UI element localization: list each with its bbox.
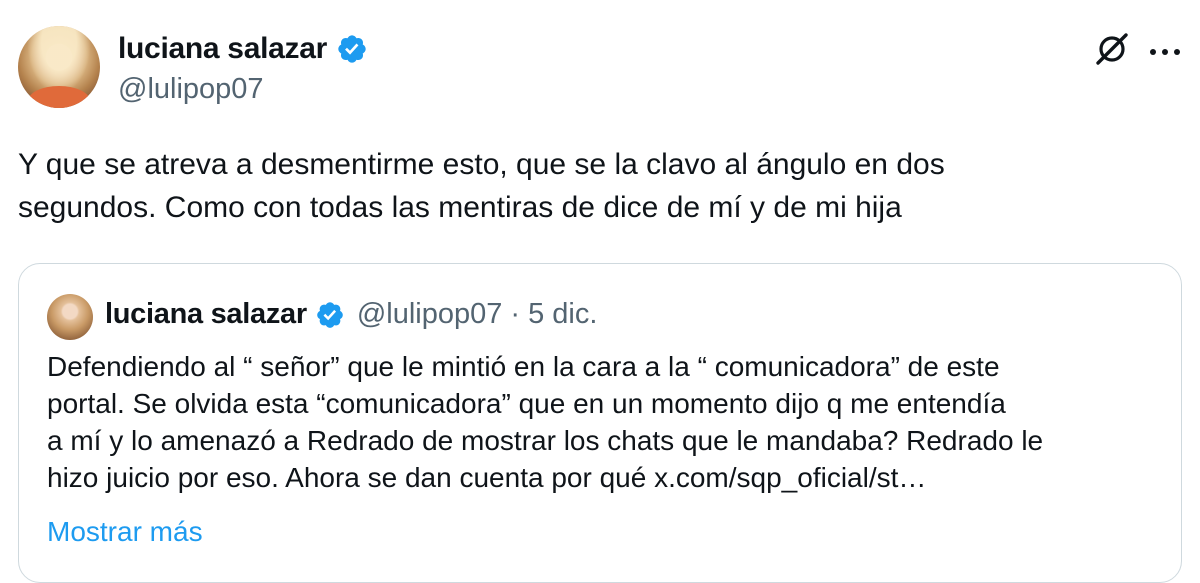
quoted-tweet-card[interactable]: luciana salazar @lulipop07 · 5 dic. Defe… [18,263,1182,583]
quoted-author-name[interactable]: luciana salazar [105,298,307,331]
quoted-tweet-date[interactable]: 5 dic. [528,298,597,331]
grok-icon[interactable] [1093,30,1131,68]
verified-badge-icon [315,300,345,330]
avatar[interactable] [18,26,100,108]
author-name-row: luciana salazar [118,32,368,66]
author-name[interactable]: luciana salazar [118,32,327,66]
tweet-text: Y que se atreva a desmentirme esto, que … [18,148,945,224]
more-options-icon[interactable] [1148,44,1182,55]
quoted-tweet-header: luciana salazar @lulipop07 · 5 dic. [105,298,597,331]
quoted-tweet-text: Defendiendo al “ señor” que le mintió en… [47,351,1044,493]
quoted-avatar[interactable] [47,294,93,340]
show-more-link[interactable]: Mostrar más [47,516,203,548]
author-handle[interactable]: @lulipop07 [118,73,264,106]
separator-dot: · [510,298,521,330]
verified-badge-icon [336,33,368,65]
quoted-author-handle[interactable]: @lulipop07 [357,298,503,331]
